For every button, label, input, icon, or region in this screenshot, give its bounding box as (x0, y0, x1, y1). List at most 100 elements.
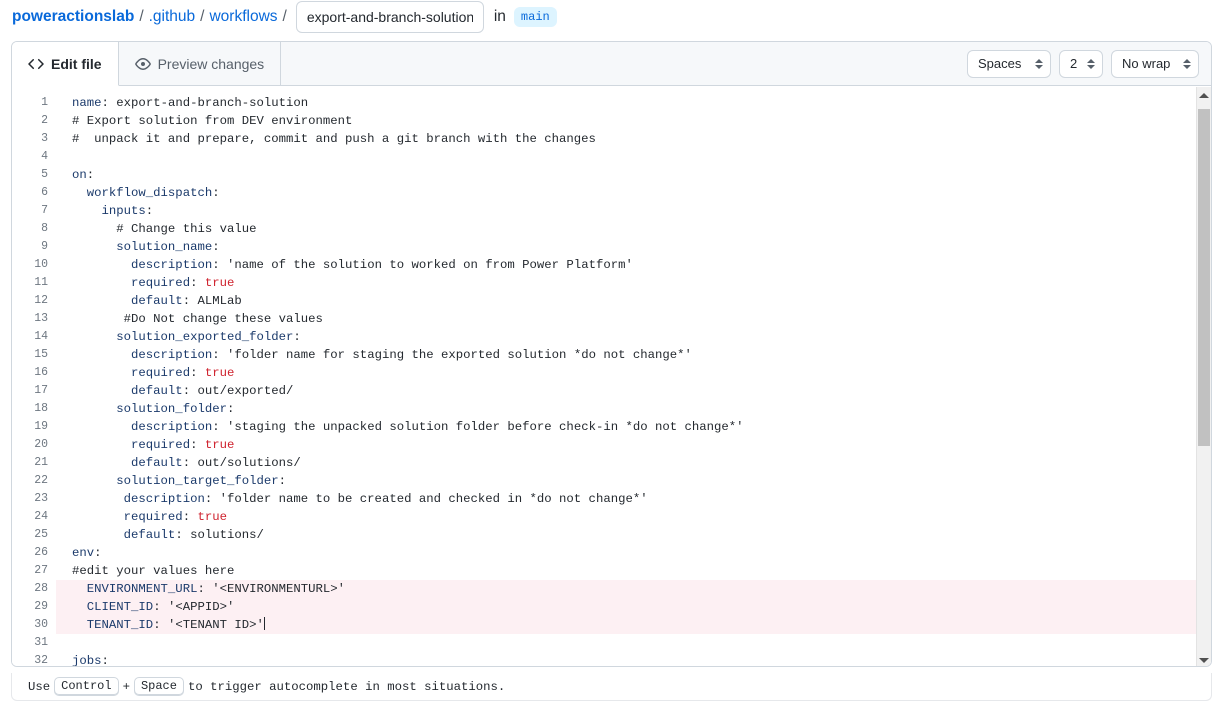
code-line[interactable]: solution_exported_folder: (56, 328, 1211, 346)
line-number: 5 (12, 166, 56, 184)
code-token: : (190, 438, 205, 452)
line-number: 21 (12, 454, 56, 472)
code-line[interactable]: jobs: (56, 652, 1211, 667)
hint-plus: + (123, 680, 130, 694)
tab-preview-changes[interactable]: Preview changes (119, 42, 282, 85)
scrollbar-down-arrow-icon[interactable] (1197, 652, 1211, 667)
breadcrumb-separator-2: / (200, 8, 204, 26)
line-number: 3 (12, 130, 56, 148)
code-line[interactable]: description: 'name of the solution to wo… (56, 256, 1211, 274)
code-token: : (183, 294, 198, 308)
code-line[interactable] (56, 634, 1211, 652)
code-line[interactable]: # unpack it and prepare, commit and push… (56, 130, 1211, 148)
breadcrumb-separator-1: / (139, 8, 143, 26)
code-line[interactable]: #edit your values here (56, 562, 1211, 580)
breadcrumb-folder-workflows-link[interactable]: workflows (209, 8, 277, 26)
line-number: 16 (12, 364, 56, 382)
stepper-icon (1087, 59, 1095, 69)
editor-scrollbar[interactable] (1196, 87, 1211, 667)
toolbar-right-controls: Spaces 2 No wrap (967, 42, 1211, 85)
line-number: 15 (12, 346, 56, 364)
code-line[interactable]: workflow_dispatch: (56, 184, 1211, 202)
breadcrumb: poweractionslab / .github / workflows / … (0, 0, 1223, 34)
code-token: required (72, 276, 190, 290)
code-line[interactable] (56, 148, 1211, 166)
editor-card: Edit file Preview changes Spaces 2 No wr… (11, 41, 1212, 667)
code-line[interactable]: TENANT_ID: '<TENANT ID>' (56, 616, 1211, 634)
line-number: 26 (12, 544, 56, 562)
code-line[interactable]: required: true (56, 274, 1211, 292)
code-token: out/solutions/ (197, 456, 300, 470)
line-number: 4 (12, 148, 56, 166)
code-token: solution_name (72, 240, 212, 254)
code-token: default (72, 384, 183, 398)
code-token: : (175, 528, 190, 542)
code-token: : (190, 366, 205, 380)
scrollbar-up-arrow-icon[interactable] (1197, 87, 1211, 103)
code-token: ENVIRONMENT_URL (72, 582, 197, 596)
code-token: out/exported/ (197, 384, 293, 398)
code-token: true (205, 276, 235, 290)
code-line[interactable]: # Export solution from DEV environment (56, 112, 1211, 130)
tab-edit-file-label: Edit file (51, 56, 102, 72)
code-token: description (72, 258, 212, 272)
code-line[interactable]: solution_folder: (56, 400, 1211, 418)
code-token: #edit your values here (72, 564, 234, 578)
code-line[interactable]: solution_name: (56, 238, 1211, 256)
code-token: 'folder name for staging the exported so… (227, 348, 692, 362)
line-number: 1 (12, 94, 56, 112)
code-token: '<ENVIRONMENTURL>' (212, 582, 345, 596)
code-token: default (72, 528, 175, 542)
line-number-gutter: 1234567891011121314151617181920212223242… (12, 86, 56, 667)
code-line[interactable]: CLIENT_ID: '<APPID>' (56, 598, 1211, 616)
scrollbar-thumb[interactable] (1198, 109, 1210, 446)
line-number: 2 (12, 112, 56, 130)
code-line[interactable]: default: solutions/ (56, 526, 1211, 544)
line-number: 32 (12, 652, 56, 667)
code-content[interactable]: name: export-and-branch-solution# Export… (56, 86, 1211, 667)
indent-size-select[interactable]: 2 (1059, 50, 1103, 78)
code-line[interactable]: required: true (56, 364, 1211, 382)
code-token: export-and-branch-solution (116, 96, 308, 110)
code-line[interactable]: inputs: (56, 202, 1211, 220)
breadcrumb-owner-link[interactable]: poweractionslab (12, 8, 134, 26)
code-line[interactable]: name: export-and-branch-solution (56, 94, 1211, 112)
eye-icon (135, 56, 151, 72)
code-editor[interactable]: 1234567891011121314151617181920212223242… (12, 86, 1211, 667)
code-line[interactable]: default: ALMLab (56, 292, 1211, 310)
editor-hint-bar: Use Control + Space to trigger autocompl… (11, 673, 1212, 701)
code-token: : (212, 258, 227, 272)
code-line[interactable]: env: (56, 544, 1211, 562)
code-line[interactable]: description: 'staging the unpacked solut… (56, 418, 1211, 436)
tab-edit-file[interactable]: Edit file (12, 42, 119, 86)
code-token: description (72, 348, 212, 362)
code-token: : (197, 582, 212, 596)
line-number: 24 (12, 508, 56, 526)
code-line[interactable]: # Change this value (56, 220, 1211, 238)
code-line[interactable]: solution_target_folder: (56, 472, 1211, 490)
code-line[interactable]: on: (56, 166, 1211, 184)
in-label: in (494, 8, 506, 26)
code-line[interactable]: description: 'folder name to be created … (56, 490, 1211, 508)
code-token: true (197, 510, 227, 524)
line-number: 11 (12, 274, 56, 292)
wrap-mode-select[interactable]: No wrap (1111, 50, 1199, 78)
stepper-icon (1035, 59, 1043, 69)
line-number: 17 (12, 382, 56, 400)
code-token: : (153, 618, 168, 632)
code-line[interactable]: ENVIRONMENT_URL: '<ENVIRONMENTURL>' (56, 580, 1211, 598)
code-line[interactable]: default: out/exported/ (56, 382, 1211, 400)
code-line[interactable]: #Do Not change these values (56, 310, 1211, 328)
editor-toolbar: Edit file Preview changes Spaces 2 No wr… (12, 42, 1211, 86)
code-line[interactable]: description: 'folder name for staging th… (56, 346, 1211, 364)
line-number: 12 (12, 292, 56, 310)
code-token: description (72, 492, 205, 506)
code-line[interactable]: required: true (56, 508, 1211, 526)
breadcrumb-folder-github-link[interactable]: .github (149, 8, 196, 26)
wrap-mode-value: No wrap (1122, 56, 1170, 71)
code-line[interactable]: required: true (56, 436, 1211, 454)
code-token: : (146, 204, 153, 218)
code-line[interactable]: default: out/solutions/ (56, 454, 1211, 472)
filename-input[interactable] (296, 1, 484, 33)
indent-mode-select[interactable]: Spaces (967, 50, 1051, 78)
